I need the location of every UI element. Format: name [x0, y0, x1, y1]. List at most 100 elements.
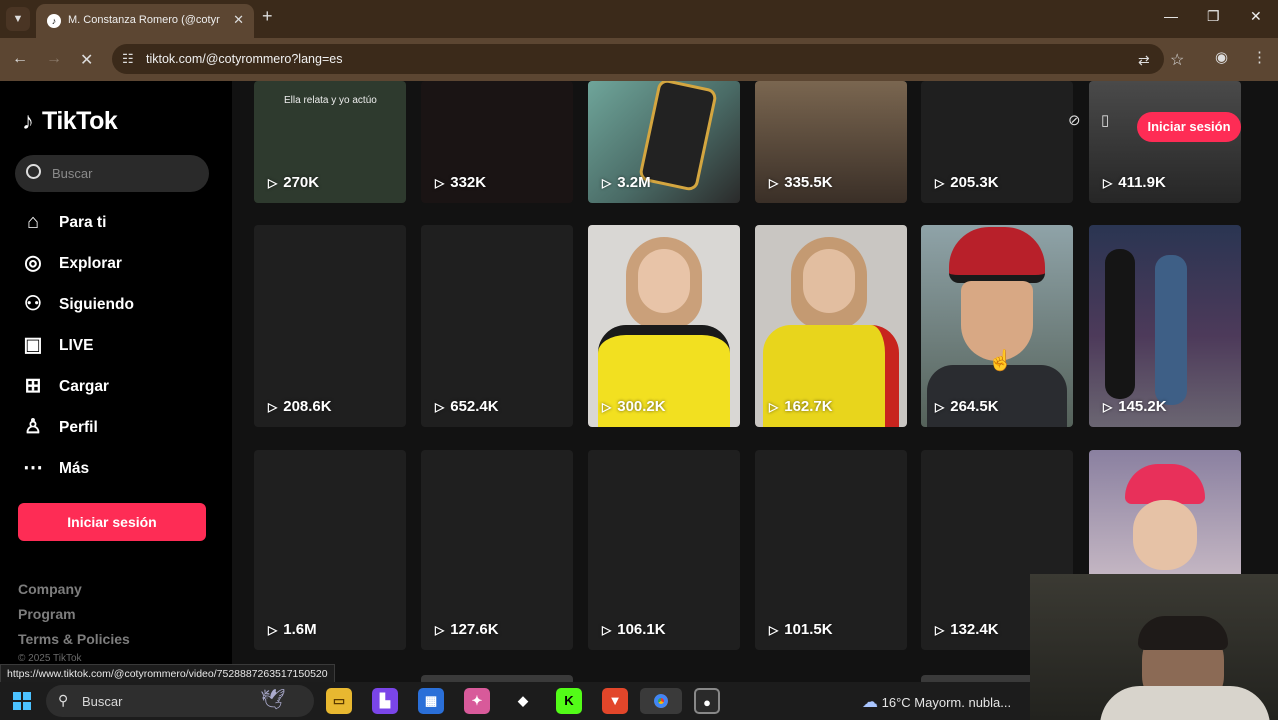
profile-avatar-icon[interactable]: ◉ [1215, 48, 1228, 66]
more-icon: ⋯ [23, 457, 43, 479]
video-card[interactable]: ▷ 264.5K [921, 225, 1073, 427]
sidebar-item-label: Cargar [59, 378, 109, 395]
sidebar-item-explorar[interactable]: ◎ Explorar [20, 248, 220, 280]
video-card[interactable]: ▷ 332K [421, 81, 573, 203]
windows-start-icon[interactable] [13, 692, 31, 710]
browser-menu-icon[interactable]: ⋮ [1252, 48, 1267, 66]
view-count: 270K [283, 174, 320, 191]
view-count: 264.5K [950, 398, 999, 415]
sidebar-login-button[interactable]: Iniciar sesión [18, 503, 206, 541]
video-card[interactable]: ▷ 411.9K [1089, 81, 1241, 203]
sidebar-item-label: Más [59, 460, 90, 477]
footer-link-program[interactable]: Program [18, 606, 76, 622]
video-card[interactable]: ▷ 208.6K [254, 225, 406, 427]
url-text[interactable]: tiktok.com/@cotyrommero?lang=es [146, 52, 342, 66]
new-tab-button[interactable]: + [262, 6, 273, 27]
weather-description: Mayorm. nubla... [914, 695, 1012, 710]
person-silhouette-thumbnail [1155, 255, 1187, 405]
obs-studio-icon[interactable]: ● [694, 688, 720, 714]
video-card[interactable]: ▷ 3.2M [588, 81, 740, 203]
view-count: 335.5K [784, 174, 833, 191]
mobile-device-icon[interactable]: ▯ [1101, 111, 1109, 129]
window-close-icon[interactable]: ✕ [1250, 8, 1262, 25]
brave-browser-icon[interactable]: ▼ [602, 688, 628, 714]
back-arrow-icon[interactable]: ← [12, 50, 28, 68]
chrome-icon[interactable] [640, 688, 682, 714]
status-bar-link-preview: https://www.tiktok.com/@cotyrommero/vide… [0, 664, 335, 684]
view-count: 127.6K [450, 621, 499, 638]
game-controller-icon[interactable]: ◆ [510, 688, 536, 714]
play-icon: ▷ [602, 400, 612, 414]
sidebar-item-siguiendo[interactable]: ⚇ Siguiendo [20, 289, 220, 321]
copyright-text: © 2025 TikTok [18, 653, 82, 664]
video-caption: Ella relata y yo actúo [284, 95, 377, 106]
browser-toolbar: ← → ✕ ☷ tiktok.com/@cotyrommero?lang=es … [0, 38, 1278, 81]
person-face-thumbnail [1133, 500, 1197, 570]
tab-close-icon[interactable]: ✕ [233, 12, 244, 28]
view-count: 1.6M [283, 621, 317, 638]
play-icon: ▷ [268, 623, 278, 637]
copilot-icon[interactable]: ✦ [464, 688, 490, 714]
twitch-icon[interactable]: ▙ [372, 688, 398, 714]
view-count: 162.7K [784, 398, 833, 415]
video-card[interactable] [1089, 450, 1241, 580]
bookmark-star-icon[interactable]: ☆ [1170, 50, 1184, 70]
partly-cloudy-icon: ☁ [862, 694, 878, 711]
tiktok-logo[interactable]: ♪ TikTok [22, 107, 118, 136]
video-card[interactable]: ▷ 106.1K [588, 450, 740, 650]
sidebar: ♪ TikTok Buscar ⌂ Para ti ◎ Explorar ⚇ Si… [0, 81, 232, 682]
sidebar-item-label: Para ti [59, 214, 107, 231]
view-count: 3.2M [617, 174, 651, 191]
microsoft-store-icon[interactable]: ▦ [418, 688, 444, 714]
file-explorer-icon[interactable]: ▭ [326, 688, 352, 714]
taskbar-search-input[interactable]: ⚲ Buscar 🕊 [46, 685, 314, 717]
footer-link-terms[interactable]: Terms & Policies [18, 631, 130, 647]
play-icon: ▷ [935, 176, 945, 190]
browser-tab[interactable]: ♪ M. Constanza Romero (@cotyr ✕ [36, 4, 254, 38]
view-count: 101.5K [784, 621, 833, 638]
sidebar-item-label: Perfil [59, 419, 98, 436]
header-login-button[interactable]: Iniciar sesión [1137, 112, 1241, 142]
logo-text: TikTok [42, 107, 118, 135]
video-card[interactable]: ▷ 300.2K [588, 225, 740, 427]
sidebar-item-mas[interactable]: ⋯ Más [20, 453, 220, 485]
video-card[interactable]: ▷ 652.4K [421, 225, 573, 427]
sidebar-item-para-ti[interactable]: ⌂ Para ti [20, 207, 220, 239]
search-input[interactable]: Buscar [15, 155, 209, 192]
view-count: 106.1K [617, 621, 666, 638]
following-icon: ⚇ [24, 293, 42, 315]
footer-link-company[interactable]: Company [18, 581, 82, 597]
tab-title: M. Constanza Romero (@cotyr [68, 14, 220, 26]
video-card[interactable]: ▷ 145.2K [1089, 225, 1241, 427]
jacket-thumbnail [927, 365, 1067, 427]
kick-icon[interactable]: K [556, 688, 582, 714]
play-icon: ▷ [435, 623, 445, 637]
stop-loading-icon[interactable]: ✕ [80, 50, 93, 70]
profile-icon: ♙ [24, 416, 42, 438]
video-card[interactable]: Ella relata y yo actúo ▷ 270K [254, 81, 406, 203]
sidebar-item-perfil[interactable]: ♙ Perfil [20, 412, 220, 444]
video-card[interactable]: ▷ 101.5K [755, 450, 907, 650]
video-card[interactable]: ▷ 127.6K [421, 450, 573, 650]
video-card[interactable]: ▷ 335.5K [755, 81, 907, 203]
sidebar-item-label: Siguiendo [59, 296, 134, 313]
video-card[interactable]: ▷ 205.3K [921, 81, 1073, 203]
play-icon: ▷ [268, 176, 278, 190]
view-count: 332K [450, 174, 487, 191]
video-card[interactable] [421, 675, 573, 682]
sidebar-item-cargar[interactable]: ⊞ Cargar [20, 371, 220, 403]
weather-widget[interactable]: ☁ 16°C Mayorm. nubla... [862, 692, 1011, 712]
sidebar-item-live[interactable]: ▣ LIVE [20, 330, 220, 362]
explore-compass-icon[interactable]: ⊘ [1068, 111, 1081, 129]
webcam-hair [1138, 616, 1228, 650]
play-icon: ▷ [769, 176, 779, 190]
forward-arrow-icon[interactable]: → [46, 50, 62, 68]
site-info-icon[interactable]: ☷ [122, 51, 134, 67]
minimize-icon[interactable]: — [1164, 8, 1178, 24]
translate-icon[interactable]: ⇄ [1138, 52, 1150, 69]
tab-search-chevron-icon[interactable]: ▼ [6, 7, 30, 31]
video-card[interactable]: ▷ 162.7K [755, 225, 907, 427]
video-card[interactable]: ▷ 1.6M [254, 450, 406, 650]
address-bar[interactable]: ☷ tiktok.com/@cotyrommero?lang=es ⇄ ☆ [112, 44, 1184, 74]
restore-icon[interactable]: ❐ [1207, 8, 1220, 25]
